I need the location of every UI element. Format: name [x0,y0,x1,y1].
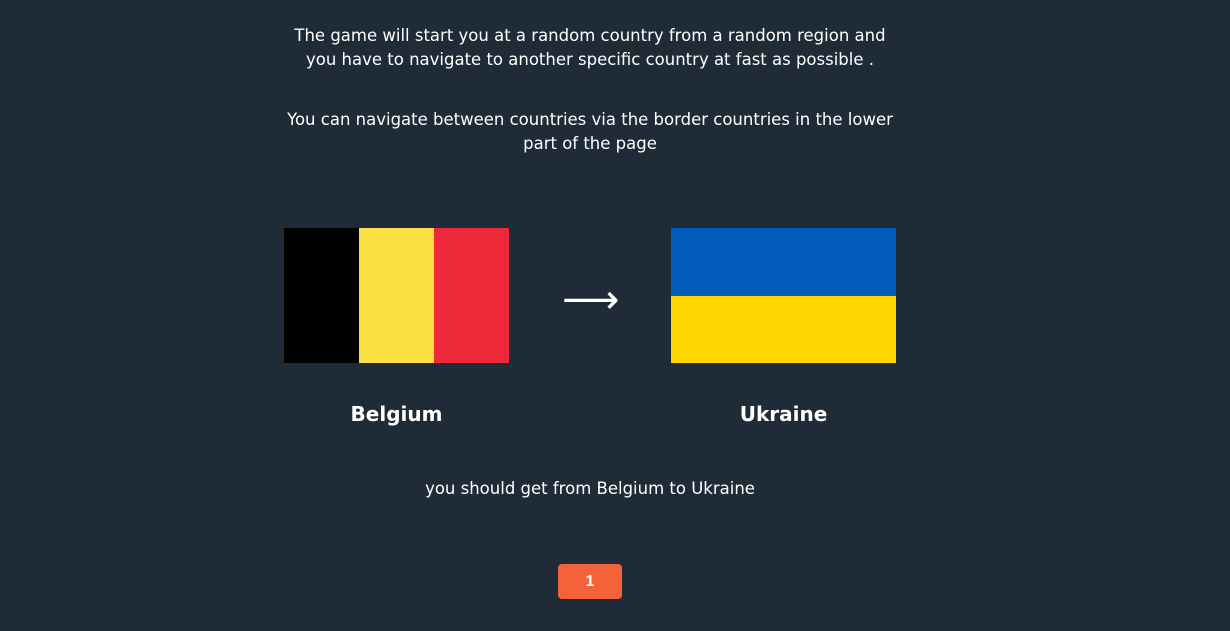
start-country-name: Belgium [350,402,443,426]
game-intro-page: The game will start you at a random coun… [0,0,1230,631]
navigation-hint-text: You can navigate between countries via t… [287,110,893,153]
start-counter-button[interactable]: 1 [558,564,622,599]
flag-stripe [671,295,896,363]
goal-text: you should get from Belgium to Ukraine [425,479,755,498]
right-arrow-icon: ⟶ [562,277,620,323]
instructions-text: The game will start you at a random coun… [294,26,886,69]
flag-stripe [671,228,896,296]
flag-stripe [359,228,434,363]
flag-stripe [434,228,509,363]
target-country-flag [671,228,896,363]
start-country-flag [284,228,509,363]
target-country-name: Ukraine [739,402,828,426]
flag-stripe [284,228,359,363]
